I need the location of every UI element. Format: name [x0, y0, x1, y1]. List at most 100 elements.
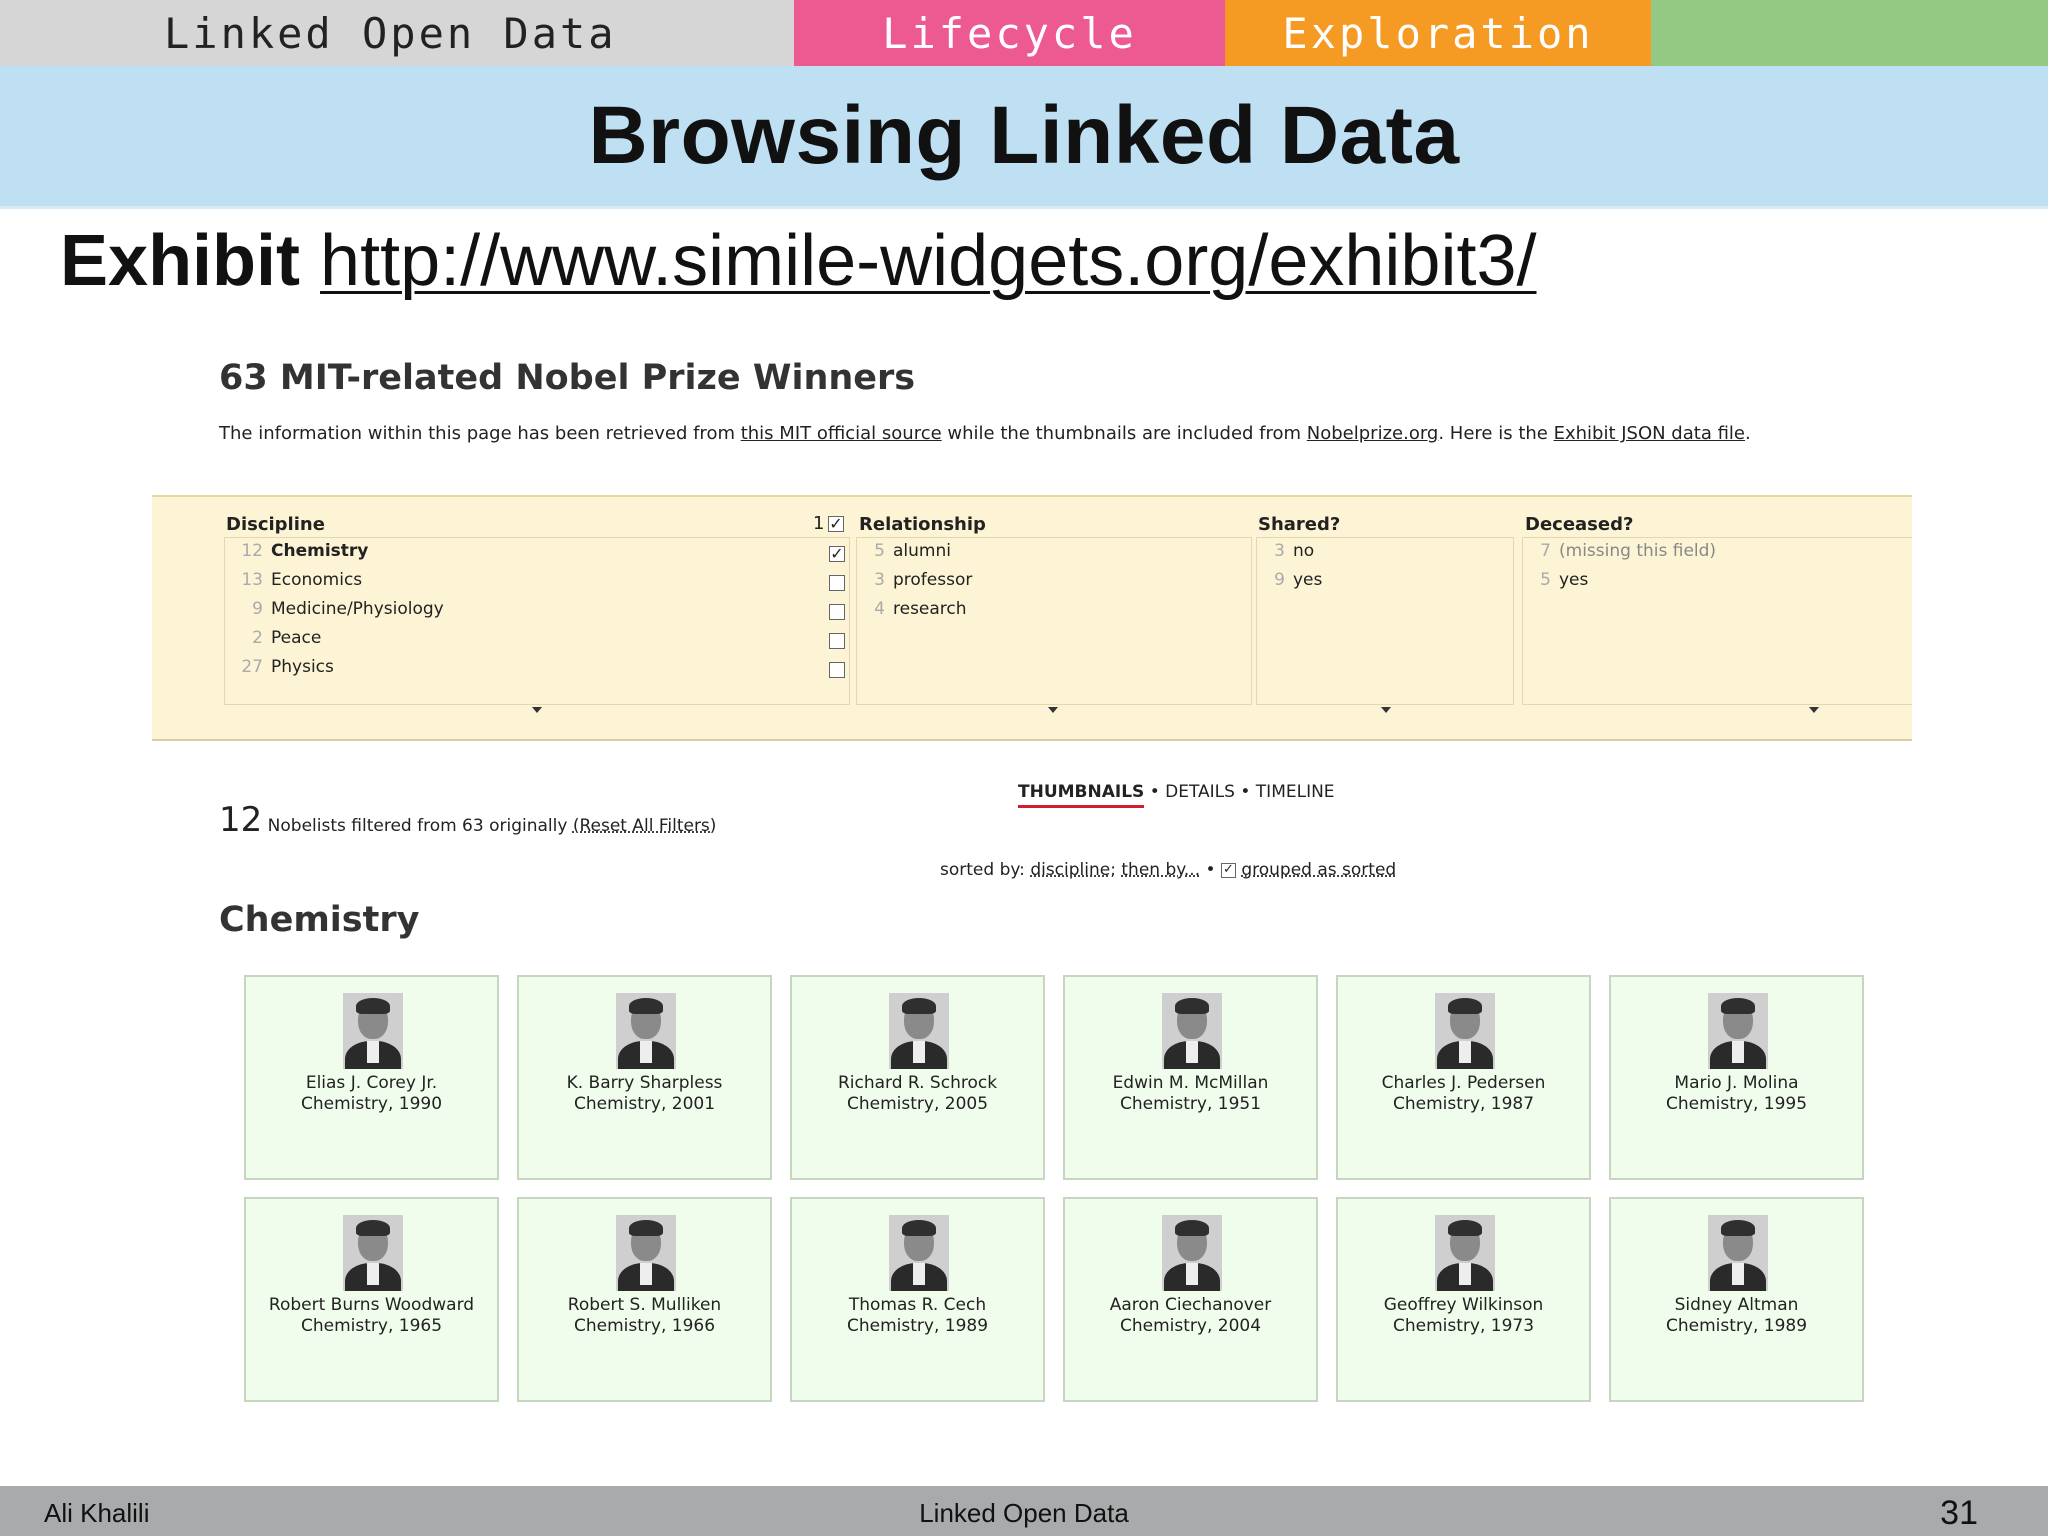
slide-subtitle: Exhibit http://www.simile-widgets.org/ex…: [60, 220, 1537, 302]
facet-panel: Discipline 1 ✓ 12 Chemistry ✓ 13 Economics…: [152, 495, 1912, 741]
grouped-as-sorted-toggle[interactable]: grouped as sorted: [1241, 860, 1396, 880]
tab-exploration[interactable]: Exploration: [1225, 0, 1651, 66]
group-heading: Chemistry: [219, 900, 420, 940]
footer-page-number: 31: [1940, 1494, 1978, 1532]
result-count: 12 Nobelists filtered from 63 originally…: [219, 800, 716, 840]
sort-bullet: •: [1200, 860, 1221, 880]
slide-title-bar: Browsing Linked Data: [0, 66, 2048, 209]
shared-resize-icon[interactable]: [1381, 707, 1391, 713]
nobelist-name: Charles J. Pedersen Chemistry, 1987: [1381, 1073, 1546, 1114]
facet-box-shared: 3 no 9 yes: [1256, 537, 1514, 705]
nobelist-name: Aaron Ciechanover Chemistry, 2004: [1109, 1295, 1272, 1336]
facet-title-deceased: Deceased?: [1525, 514, 1634, 535]
nobelist-name: K. Barry Sharpless Chemistry, 2001: [566, 1073, 723, 1114]
view-thumbnails[interactable]: THUMBNAILS: [1018, 782, 1145, 808]
nobelist-card[interactable]: Elias J. Corey Jr. Chemistry, 1990: [244, 975, 499, 1180]
nobelist-card[interactable]: Aaron Ciechanover Chemistry, 2004: [1063, 1197, 1318, 1402]
exhibit-url-link[interactable]: http://www.simile-widgets.org/exhibit3/: [320, 221, 1536, 301]
facet-item-deceased-yes[interactable]: 5 yes: [1523, 570, 1588, 596]
facet-item-missing[interactable]: 7 (missing this field): [1523, 541, 1716, 567]
facet-item-professor[interactable]: 3 professor: [857, 570, 972, 596]
exhibit-title: 63 MIT-related Nobel Prize Winners: [219, 358, 916, 398]
facet-item-shared-yes[interactable]: 9 yes: [1257, 570, 1322, 596]
nobelist-card[interactable]: Robert Burns Woodward Chemistry, 1965: [244, 1197, 499, 1402]
discipline-select-all-checkbox[interactable]: ✓: [828, 516, 844, 532]
nobelist-name: Robert Burns Woodward Chemistry, 1965: [268, 1295, 475, 1336]
checkbox-physics[interactable]: [829, 662, 845, 678]
nobelist-name: Elias J. Corey Jr. Chemistry, 1990: [300, 1073, 443, 1114]
nobelist-card[interactable]: Sidney Altman Chemistry, 1989: [1609, 1197, 1864, 1402]
tab-linked-open-data[interactable]: Linked Open Data: [0, 0, 794, 66]
view-sep-2: •: [1234, 782, 1256, 802]
portrait-photo: [343, 1215, 403, 1291]
portrait-photo: [889, 1215, 949, 1291]
grouped-checkbox[interactable]: ✓: [1220, 862, 1236, 878]
facet-box-discipline: 12 Chemistry ✓ 13 Economics 9 Medicine/Phys…: [224, 537, 850, 705]
sort-prefix: sorted by:: [940, 860, 1031, 880]
facet-title-relationship: Relationship: [859, 514, 986, 535]
portrait-photo: [616, 1215, 676, 1291]
reset-filters-link[interactable]: (Reset All Filters): [573, 816, 717, 836]
facet-item-economics[interactable]: 13 Economics: [225, 570, 362, 596]
checkbox-peace[interactable]: [829, 633, 845, 649]
json-data-link[interactable]: Exhibit JSON data file: [1554, 423, 1745, 444]
sort-then-by[interactable]: then by...: [1121, 860, 1200, 880]
facet-item-peace[interactable]: 2 Peace: [225, 628, 321, 654]
nobelist-card[interactable]: Thomas R. Cech Chemistry, 1989: [790, 1197, 1045, 1402]
nobelist-card[interactable]: Charles J. Pedersen Chemistry, 1987: [1336, 975, 1591, 1180]
facet-item-chemistry[interactable]: 12 Chemistry: [225, 541, 368, 567]
tab-next-section[interactable]: [1651, 0, 2048, 66]
facet-item-medicine[interactable]: 9 Medicine/Physiology: [225, 599, 444, 625]
portrait-photo: [616, 993, 676, 1069]
facet-item-physics[interactable]: 27 Physics: [225, 657, 334, 683]
relationship-resize-icon[interactable]: [1048, 707, 1058, 713]
view-timeline[interactable]: TIMELINE: [1256, 782, 1335, 802]
view-details[interactable]: DETAILS: [1165, 782, 1235, 802]
nobelist-card[interactable]: Richard R. Schrock Chemistry, 2005: [790, 975, 1045, 1180]
facet-title-discipline: Discipline: [226, 514, 325, 535]
desc-text-1: The information within this page has bee…: [219, 423, 741, 444]
nobelist-card[interactable]: Robert S. Mulliken Chemistry, 1966: [517, 1197, 772, 1402]
checkbox-chemistry[interactable]: ✓: [829, 546, 845, 562]
facet-item-research[interactable]: 4 research: [857, 599, 966, 625]
result-count-text: Nobelists filtered from 63 originally: [262, 816, 573, 836]
sort-by-discipline[interactable]: discipline: [1030, 860, 1110, 880]
facet-box-deceased: 7 (missing this field) 5 yes: [1522, 537, 1912, 705]
tab-lifecycle[interactable]: Lifecycle: [794, 0, 1225, 66]
checkbox-economics[interactable]: [829, 575, 845, 591]
deceased-resize-icon[interactable]: [1809, 707, 1819, 713]
sort-controls: sorted by: discipline; then by... • ✓ gr…: [940, 860, 1396, 880]
facet-title-shared: Shared?: [1258, 514, 1341, 535]
sort-sep: ;: [1110, 860, 1122, 880]
portrait-photo: [343, 993, 403, 1069]
checkbox-medicine[interactable]: [829, 604, 845, 620]
section-nav: Linked Open Data Lifecycle Exploration: [0, 0, 2048, 66]
result-count-number: 12: [219, 800, 263, 840]
nobelist-name: Sidney Altman Chemistry, 1989: [1665, 1295, 1808, 1336]
nobelist-name: Geoffrey Wilkinson Chemistry, 1973: [1383, 1295, 1544, 1336]
nobelprize-link[interactable]: Nobelprize.org: [1307, 423, 1439, 444]
portrait-photo: [1435, 993, 1495, 1069]
nobelist-card[interactable]: K. Barry Sharpless Chemistry, 2001: [517, 975, 772, 1180]
view-sep-1: •: [1144, 782, 1166, 802]
subtitle-label: Exhibit: [60, 221, 301, 301]
portrait-photo: [1162, 993, 1222, 1069]
portrait-photo: [1162, 1215, 1222, 1291]
exhibit-description: The information within this page has bee…: [219, 423, 1751, 444]
discipline-selected-count: 1: [813, 513, 825, 534]
mit-source-link[interactable]: this MIT official source: [741, 423, 942, 444]
desc-text-3: . Here is the: [1438, 423, 1554, 444]
nobelist-card[interactable]: Geoffrey Wilkinson Chemistry, 1973: [1336, 1197, 1591, 1402]
nobelist-card[interactable]: Mario J. Molina Chemistry, 1995: [1609, 975, 1864, 1180]
portrait-photo: [1708, 993, 1768, 1069]
facet-box-relationship: 5 alumni 3 professor 4 research: [856, 537, 1252, 705]
slide-footer: Ali Khalili Linked Open Data 31: [0, 1486, 2048, 1536]
portrait-photo: [889, 993, 949, 1069]
nobelist-name: Thomas R. Cech Chemistry, 1989: [846, 1295, 989, 1336]
facet-item-alumni[interactable]: 5 alumni: [857, 541, 951, 567]
nobelist-name: Richard R. Schrock Chemistry, 2005: [837, 1073, 998, 1114]
facet-item-shared-no[interactable]: 3 no: [1257, 541, 1314, 567]
discipline-resize-icon[interactable]: [532, 707, 542, 713]
portrait-photo: [1708, 1215, 1768, 1291]
nobelist-card[interactable]: Edwin M. McMillan Chemistry, 1951: [1063, 975, 1318, 1180]
